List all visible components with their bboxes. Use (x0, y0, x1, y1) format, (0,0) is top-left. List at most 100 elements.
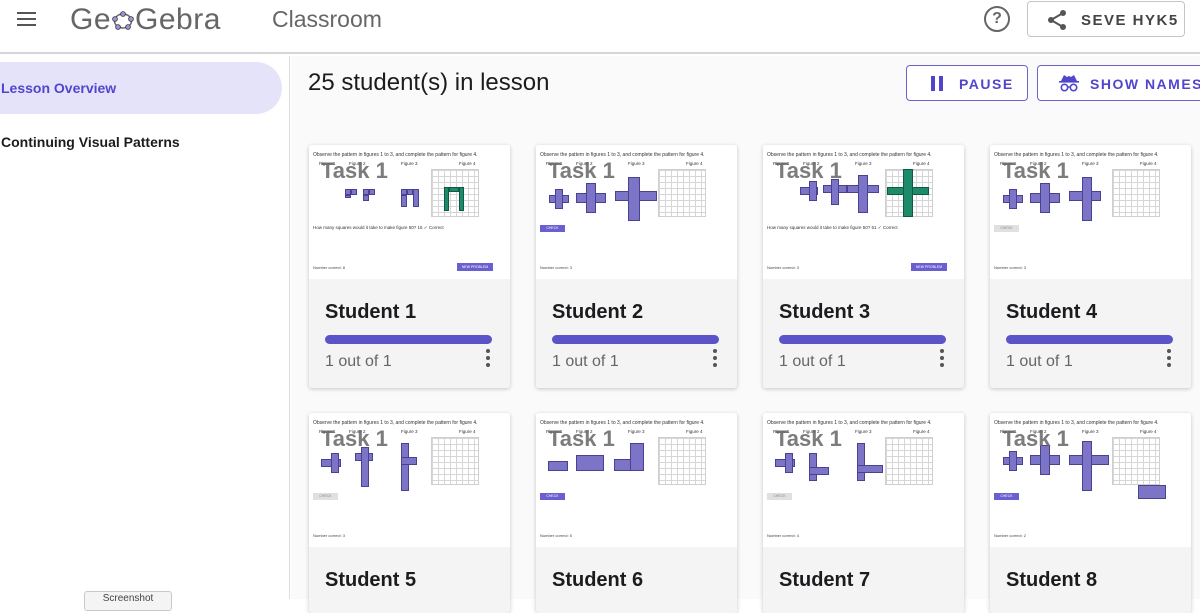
student-card[interactable]: Observe the pattern in figures 1 to 3, a… (763, 145, 964, 388)
check-button[interactable]: CHECK (540, 493, 565, 500)
task-label: Task 1 (1002, 426, 1069, 451)
more-options-icon[interactable] (710, 349, 720, 371)
card-body: Student 4 1 out of 1 (990, 279, 1191, 388)
incognito-icon (1059, 75, 1079, 92)
student-work-thumbnail[interactable]: Observe the pattern in figures 1 to 3, a… (763, 145, 964, 279)
show-names-button[interactable]: SHOW NAMES (1037, 65, 1200, 101)
more-options-icon[interactable] (1164, 349, 1174, 371)
pattern-square-block (1138, 485, 1166, 499)
student-card[interactable]: Observe the pattern in figures 1 to 3, a… (763, 413, 964, 613)
figure-label: Figure 4 (686, 429, 703, 434)
help-icon[interactable]: ? (984, 6, 1010, 32)
student-work-thumbnail[interactable]: Observe the pattern in figures 1 to 3, a… (536, 413, 737, 547)
logo-o-icon (112, 9, 134, 31)
pattern-square-block (351, 189, 357, 195)
pattern-square-block (345, 195, 351, 198)
figure-label: Figure 4 (913, 161, 930, 166)
figure-label: Figure 4 (913, 429, 930, 434)
check-button[interactable]: CHECK (994, 493, 1019, 500)
pattern-square-block (857, 465, 883, 473)
card-body: Student 6 (536, 547, 737, 613)
task-label: Task 1 (548, 426, 615, 451)
check-button[interactable]: CHECK (767, 493, 792, 500)
student-work-thumbnail[interactable]: Observe the pattern in figures 1 to 3, a… (990, 145, 1191, 279)
sidebar-item-lesson-overview[interactable]: Lesson Overview (0, 62, 282, 114)
check-button[interactable]: CHECK (313, 493, 338, 500)
progress-fill (325, 335, 492, 344)
figure-4-grid[interactable] (431, 437, 479, 485)
pause-icon (930, 76, 944, 91)
figure-4-grid[interactable] (885, 437, 933, 485)
student-card[interactable]: Observe the pattern in figures 1 to 3, a… (990, 413, 1191, 613)
figure-4-grid[interactable] (658, 169, 706, 217)
number-correct-text: Number correct: 8 (313, 265, 346, 270)
pattern-square-block (1082, 441, 1092, 491)
student-card[interactable]: Observe the pattern in figures 1 to 3, a… (536, 145, 737, 388)
student-work-thumbnail[interactable]: Observe the pattern in figures 1 to 3, a… (990, 413, 1191, 547)
figure-label: Figure 3 (401, 161, 418, 166)
progress-bar (779, 335, 946, 344)
figure-4-grid[interactable] (658, 437, 706, 485)
student-score: 1 out of 1 (779, 353, 846, 370)
check-button[interactable]: CHECK (540, 225, 565, 232)
question-text: How many squares would it take to make f… (767, 225, 898, 230)
student-score: 1 out of 1 (552, 353, 619, 370)
number-correct-text: Number correct: 3 (767, 265, 800, 270)
pattern-square-block (1040, 183, 1050, 213)
pattern-square-block (809, 181, 817, 201)
card-body: Student 3 1 out of 1 (763, 279, 964, 388)
pattern-square-block (809, 467, 829, 475)
pattern-square-block (449, 187, 459, 192)
figure-4-grid[interactable] (431, 169, 479, 217)
card-body: Student 8 (990, 547, 1191, 613)
pause-button[interactable]: PAUSE (906, 65, 1028, 101)
check-button[interactable]: CHECK (994, 225, 1019, 232)
pattern-square-block (785, 453, 793, 473)
screenshot-button[interactable]: Screenshot (84, 591, 172, 611)
pattern-square-block (586, 183, 596, 213)
figure-4-grid[interactable] (1112, 437, 1160, 485)
pattern-square-block (548, 461, 568, 471)
number-correct-text: Number correct: 5 (540, 533, 573, 538)
question-text: How many squares would it take to make f… (313, 225, 444, 230)
new-problem-button[interactable]: NEW PROBLEM (457, 263, 493, 271)
student-name: Student 8 (1006, 569, 1098, 591)
pattern-square-block (857, 443, 865, 481)
student-name: Student 4 (1006, 301, 1098, 323)
student-work-thumbnail[interactable]: Observe the pattern in figures 1 to 3, a… (309, 145, 510, 279)
logo-text-left: Ge (70, 3, 112, 36)
student-card[interactable]: Observe the pattern in figures 1 to 3, a… (536, 413, 737, 613)
more-options-icon[interactable] (483, 349, 493, 371)
student-name: Student 1 (325, 301, 417, 323)
page-title: 25 student(s) in lesson (308, 69, 550, 96)
student-work-thumbnail[interactable]: Observe the pattern in figures 1 to 3, a… (536, 145, 737, 279)
menu-icon[interactable] (14, 9, 42, 29)
pattern-square-block (630, 443, 644, 471)
sidebar-item-continuing-visual-patterns[interactable]: Continuing Visual Patterns (0, 116, 282, 168)
student-name: Student 2 (552, 301, 644, 323)
more-options-icon[interactable] (937, 349, 947, 371)
student-work-thumbnail[interactable]: Observe the pattern in figures 1 to 3, a… (763, 413, 964, 547)
card-body: Student 7 (763, 547, 964, 613)
figure-label: Figure 3 (628, 429, 645, 434)
figure-label: Figure 3 (401, 429, 418, 434)
figure-label: Figure 4 (686, 161, 703, 166)
figure-4-grid[interactable] (1112, 169, 1160, 217)
pattern-square-block (413, 189, 419, 207)
pattern-square-block (628, 177, 640, 221)
main-content: 25 student(s) in lesson PAUSE SHOW NAMES… (291, 56, 1200, 613)
sidebar-item-label: Lesson Overview (1, 80, 117, 96)
share-code-button[interactable]: SEVE HYK5 (1027, 1, 1185, 37)
new-problem-button[interactable]: NEW PROBLEM (911, 263, 947, 271)
student-card[interactable]: Observe the pattern in figures 1 to 3, a… (309, 145, 510, 388)
show-names-label: SHOW NAMES (1090, 76, 1200, 92)
student-work-thumbnail[interactable]: Observe the pattern in figures 1 to 3, a… (309, 413, 510, 547)
geogebra-logo[interactable]: Ge Gebra (70, 3, 221, 37)
figure-label: Figure 4 (459, 429, 476, 434)
task-label: Task 1 (321, 158, 388, 183)
student-card[interactable]: Observe the pattern in figures 1 to 3, a… (990, 145, 1191, 388)
student-card[interactable]: Observe the pattern in figures 1 to 3, a… (309, 413, 510, 613)
progress-fill (779, 335, 946, 344)
figure-label: Figure 4 (1140, 429, 1157, 434)
student-name: Student 7 (779, 569, 871, 591)
